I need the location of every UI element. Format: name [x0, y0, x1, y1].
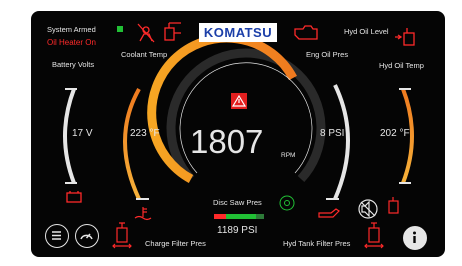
coolant-value: 223 °F — [130, 128, 160, 139]
info-icon — [413, 231, 416, 243]
komatsu-logo: KOMATSU — [199, 23, 277, 42]
gauges-view-button[interactable] — [75, 224, 99, 248]
eng-oil-arc — [333, 84, 350, 200]
coolant-temp-label: Coolant Temp — [121, 50, 168, 59]
gauge-icon — [80, 233, 93, 240]
armed-indicator-led — [117, 26, 123, 32]
system-armed-label: System Armed — [47, 25, 96, 34]
hyd-temp-value: 202 °F — [380, 128, 410, 139]
disc-saw-value: 1189 PSI — [217, 225, 258, 236]
disc-saw-label: Disc Saw Pres — [213, 198, 262, 207]
eng-oil-value: 8 PSI — [320, 128, 345, 139]
charge-filter-label: Charge Filter Pres — [145, 239, 206, 248]
hyd-oil-level-label: Hyd Oil Level — [344, 27, 389, 36]
battery-value: 17 V — [72, 128, 93, 139]
hyd-oil-temp-label: Hyd Oil Temp — [379, 61, 424, 70]
battery-volts-label: Battery Volts — [52, 60, 95, 69]
rpm-value: 1807 — [190, 123, 264, 160]
rpm-unit: RPM — [281, 152, 296, 159]
coolant-arc — [123, 88, 141, 200]
eng-oil-pres-label: Eng Oil Pres — [306, 50, 349, 59]
disc-saw-bar-red — [214, 214, 226, 219]
menu-icon — [52, 231, 61, 240]
menu-button[interactable] — [45, 224, 69, 248]
hyd-tank-filter-label: Hyd Tank Filter Pres — [283, 239, 351, 248]
disc-saw-bar-green-dark — [256, 214, 264, 219]
info-button[interactable] — [403, 226, 427, 250]
dashboard-screen: System Armed Oil Heater On KOMATSU Hyd O… — [31, 11, 445, 257]
rpm-track — [166, 48, 326, 183]
disc-saw-bar-green — [226, 214, 256, 219]
oil-heater-status: Oil Heater On — [47, 38, 96, 47]
